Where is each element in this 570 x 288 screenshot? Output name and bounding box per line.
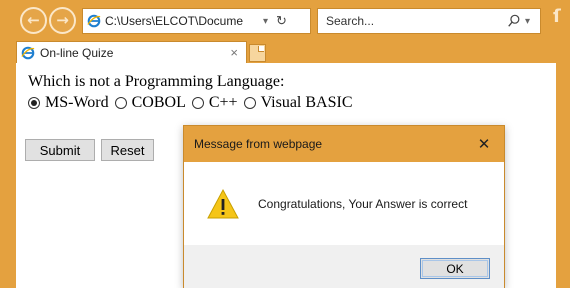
submit-button[interactable]: Submit	[25, 139, 95, 161]
alert-dialog: Message from webpage ✕ Congratulations, …	[183, 125, 505, 288]
close-tab-icon[interactable]: ×	[230, 45, 238, 60]
reset-button[interactable]: Reset	[101, 139, 154, 161]
back-arrow-icon: ←	[27, 11, 40, 29]
search-placeholder: Search...	[326, 14, 375, 28]
back-button[interactable]: ←	[20, 6, 47, 34]
search-icon[interactable]	[507, 14, 521, 28]
forward-arrow-icon: →	[56, 11, 69, 29]
ie-logo-icon	[87, 14, 101, 28]
home-icon[interactable]: ſ	[553, 6, 561, 27]
dialog-body: Congratulations, Your Answer is correct	[184, 162, 504, 245]
close-icon[interactable]: ✕	[464, 135, 504, 153]
option-label-visual-basic: Visual BASIC	[260, 94, 353, 111]
dialog-footer: OK	[184, 245, 504, 288]
search-input[interactable]: Search... ▾	[317, 8, 541, 34]
new-tab-button[interactable]	[249, 44, 266, 62]
option-label-cobol: COBOL	[131, 94, 186, 111]
dialog-message: Congratulations, Your Answer is correct	[258, 196, 468, 211]
window-frame-left	[0, 63, 16, 288]
radio-visual-basic[interactable]	[243, 97, 256, 109]
radio-cobol[interactable]	[114, 97, 127, 109]
ie-logo-icon	[21, 46, 35, 59]
option-label-ms-word: MS-Word	[45, 94, 109, 111]
forward-button[interactable]: →	[49, 6, 76, 34]
address-text: C:\Users\ELCOT\Docume	[105, 14, 244, 28]
answer-options: MS-Word COBOL C++ Visual BASIC	[28, 94, 359, 112]
window-frame-right	[556, 63, 570, 288]
address-dropdown-icon[interactable]: ▾	[263, 16, 268, 27]
tab-on-line-quize[interactable]: On-line Quize ×	[16, 41, 247, 63]
navigation-buttons: ← →	[20, 6, 78, 34]
search-dropdown-icon[interactable]: ▾	[525, 16, 530, 27]
dialog-title-bar: Message from webpage ✕	[184, 126, 504, 162]
dialog-title: Message from webpage	[194, 137, 323, 151]
refresh-icon[interactable]: ↻	[276, 13, 287, 29]
radio-cpp[interactable]	[191, 97, 204, 109]
address-bar[interactable]: C:\Users\ELCOT\Docume ▾ ↻	[82, 8, 311, 34]
tab-title: On-line Quize	[40, 45, 114, 60]
warning-icon	[207, 188, 239, 218]
option-label-cpp: C++	[208, 94, 238, 111]
radio-ms-word[interactable]	[28, 97, 40, 109]
question-text: Which is not a Programming Language:	[28, 73, 285, 90]
ok-button[interactable]: OK	[420, 258, 490, 279]
